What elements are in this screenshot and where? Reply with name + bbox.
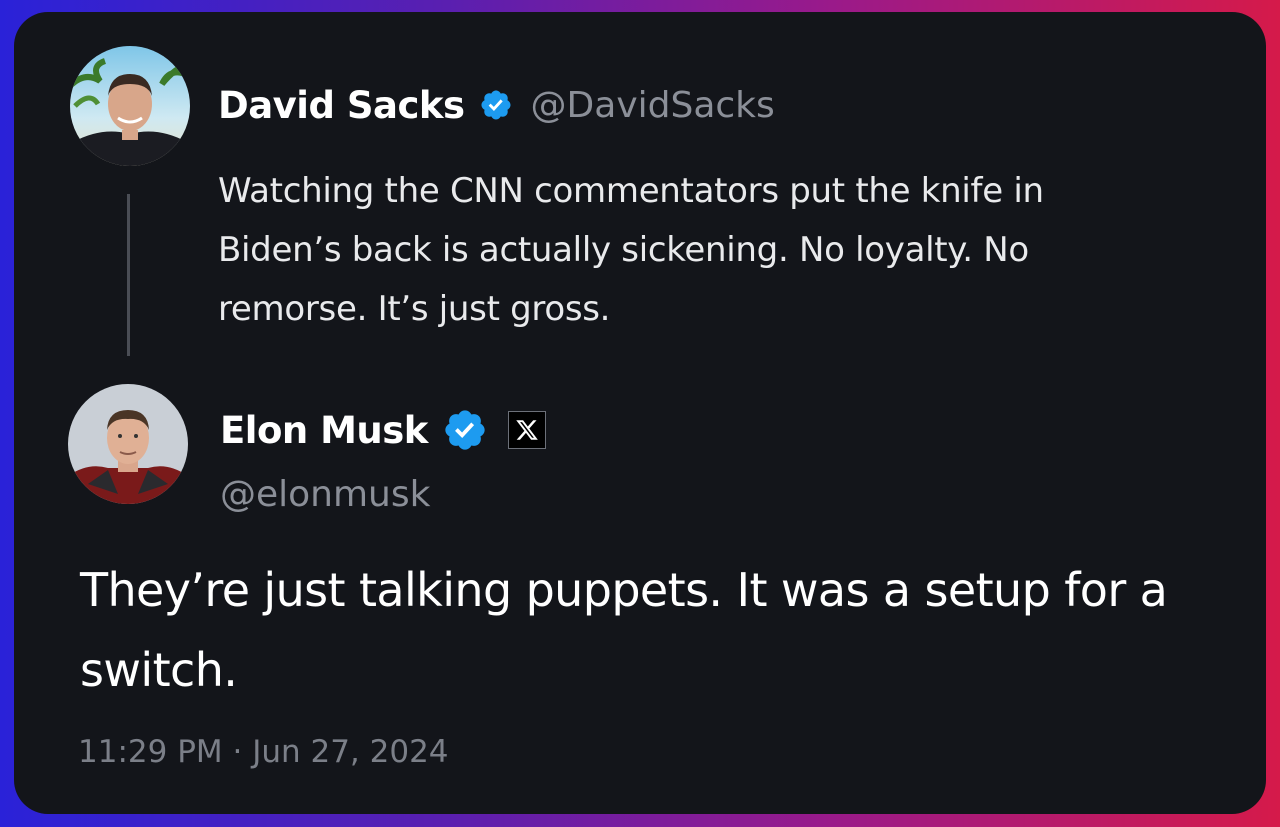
main-tweet-text: They’re just talking puppets. It was a s… [80, 563, 1168, 697]
tweet-card: David Sacks @DavidSacks Watching the CNN… [14, 12, 1266, 814]
parent-tweet-header: David Sacks @DavidSacks [218, 82, 775, 128]
verified-badge-icon [442, 407, 488, 453]
author-name[interactable]: David Sacks [218, 84, 465, 127]
main-tweet-header: Elon Musk [220, 406, 546, 454]
parent-tweet-text: Watching the CNN commentators put the kn… [218, 171, 1044, 329]
author-name[interactable]: Elon Musk [220, 409, 428, 452]
avatar-david-sacks[interactable] [70, 46, 190, 166]
x-logo-icon[interactable] [507, 411, 546, 449]
avatar-elon-musk[interactable] [68, 384, 188, 504]
verified-badge-icon [479, 88, 513, 122]
thread-connector-line [127, 194, 130, 356]
author-handle[interactable]: @DavidSacks [531, 85, 775, 126]
tweet-timestamp[interactable]: 11:29 PM · Jun 27, 2024 [78, 734, 449, 770]
author-handle[interactable]: @elonmusk [220, 474, 430, 515]
